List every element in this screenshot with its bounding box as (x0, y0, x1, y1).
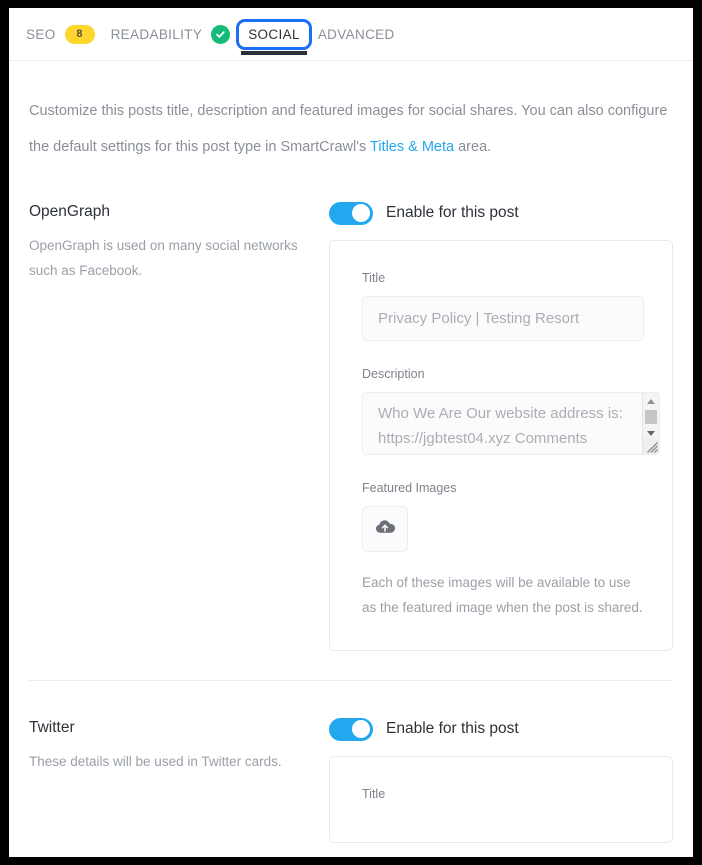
social-settings-panel: SEO 8 READABILITY SOCIAL ADVANCED Custom… (9, 8, 693, 857)
opengraph-enable-toggle[interactable] (329, 201, 373, 225)
opengraph-toggle-label: Enable for this post (386, 204, 519, 221)
intro-text-part1: Customize this posts title, description … (29, 103, 668, 155)
section-divider (29, 680, 673, 681)
tab-social-label: SOCIAL (248, 26, 300, 42)
twitter-controls: Enable for this post Title (329, 717, 673, 843)
cloud-upload-button[interactable] (362, 506, 408, 552)
screenshot-frame: SEO 8 READABILITY SOCIAL ADVANCED Custom… (0, 0, 702, 865)
opengraph-description: OpenGraph is used on many social network… (29, 238, 298, 278)
scroll-up-arrow-icon[interactable] (643, 393, 659, 409)
twitter-card: Title (329, 756, 673, 843)
opengraph-description-textarea[interactable]: Who We Are Our website address is: https… (362, 392, 660, 455)
opengraph-title-field: Title (362, 271, 644, 341)
opengraph-title: OpenGraph (29, 203, 110, 220)
seo-score-badge: 8 (64, 24, 95, 44)
section-twitter: Twitter These details will be used in Tw… (29, 717, 673, 843)
opengraph-info: OpenGraph OpenGraph is used on many soci… (29, 201, 329, 283)
opengraph-description-label: Description (362, 367, 425, 381)
opengraph-controls: Enable for this post Title Description W… (329, 201, 673, 651)
twitter-title: Twitter (29, 719, 75, 736)
opengraph-description-field: Description Who We Are Our website addre… (362, 367, 660, 455)
opengraph-featured-label: Featured Images (362, 481, 457, 495)
twitter-title-field: Title (362, 787, 644, 801)
opengraph-title-label: Title (362, 271, 386, 285)
tab-readability[interactable]: READABILITY (103, 19, 239, 50)
toggle-knob (352, 720, 370, 738)
intro-text-part2: area. (454, 139, 492, 155)
cloud-upload-icon (374, 519, 396, 540)
opengraph-featured-helper: Each of these images will be available t… (362, 575, 643, 615)
twitter-description: These details will be used in Twitter ca… (29, 754, 282, 769)
tab-seo[interactable]: SEO 8 (18, 19, 103, 50)
scrollbar-thumb[interactable] (645, 410, 657, 424)
opengraph-toggle-row: Enable for this post (329, 201, 673, 225)
opengraph-card: Title Description Who We Are Our website… (329, 240, 673, 651)
twitter-info: Twitter These details will be used in Tw… (29, 717, 329, 774)
check-circle-icon (211, 24, 231, 44)
intro-text: Customize this posts title, description … (29, 93, 673, 165)
section-opengraph: OpenGraph OpenGraph is used on many soci… (29, 201, 673, 651)
tab-bar: SEO 8 READABILITY SOCIAL ADVANCED (9, 8, 693, 61)
titles-and-meta-link[interactable]: Titles & Meta (370, 139, 454, 155)
tab-advanced-label: ADVANCED (317, 26, 395, 42)
panel-body: Customize this posts title, description … (9, 93, 693, 843)
twitter-toggle-label: Enable for this post (386, 720, 519, 737)
twitter-enable-toggle[interactable] (329, 717, 373, 741)
textarea-scrollbar[interactable] (642, 393, 659, 454)
opengraph-title-input[interactable] (362, 296, 644, 341)
toggle-knob (352, 204, 370, 222)
resize-grip-icon[interactable] (643, 438, 659, 454)
twitter-toggle-row: Enable for this post (329, 717, 673, 741)
tab-readability-label: READABILITY (110, 26, 203, 42)
tab-advanced[interactable]: ADVANCED (310, 21, 403, 48)
opengraph-featured-field: Featured Images Each of these images wil… (362, 481, 644, 620)
opengraph-description-text: Who We Are Our website address is: https… (378, 405, 623, 447)
tab-social[interactable]: SOCIAL (236, 18, 312, 55)
tab-seo-label: SEO (26, 26, 56, 42)
twitter-title-label: Title (362, 787, 386, 801)
